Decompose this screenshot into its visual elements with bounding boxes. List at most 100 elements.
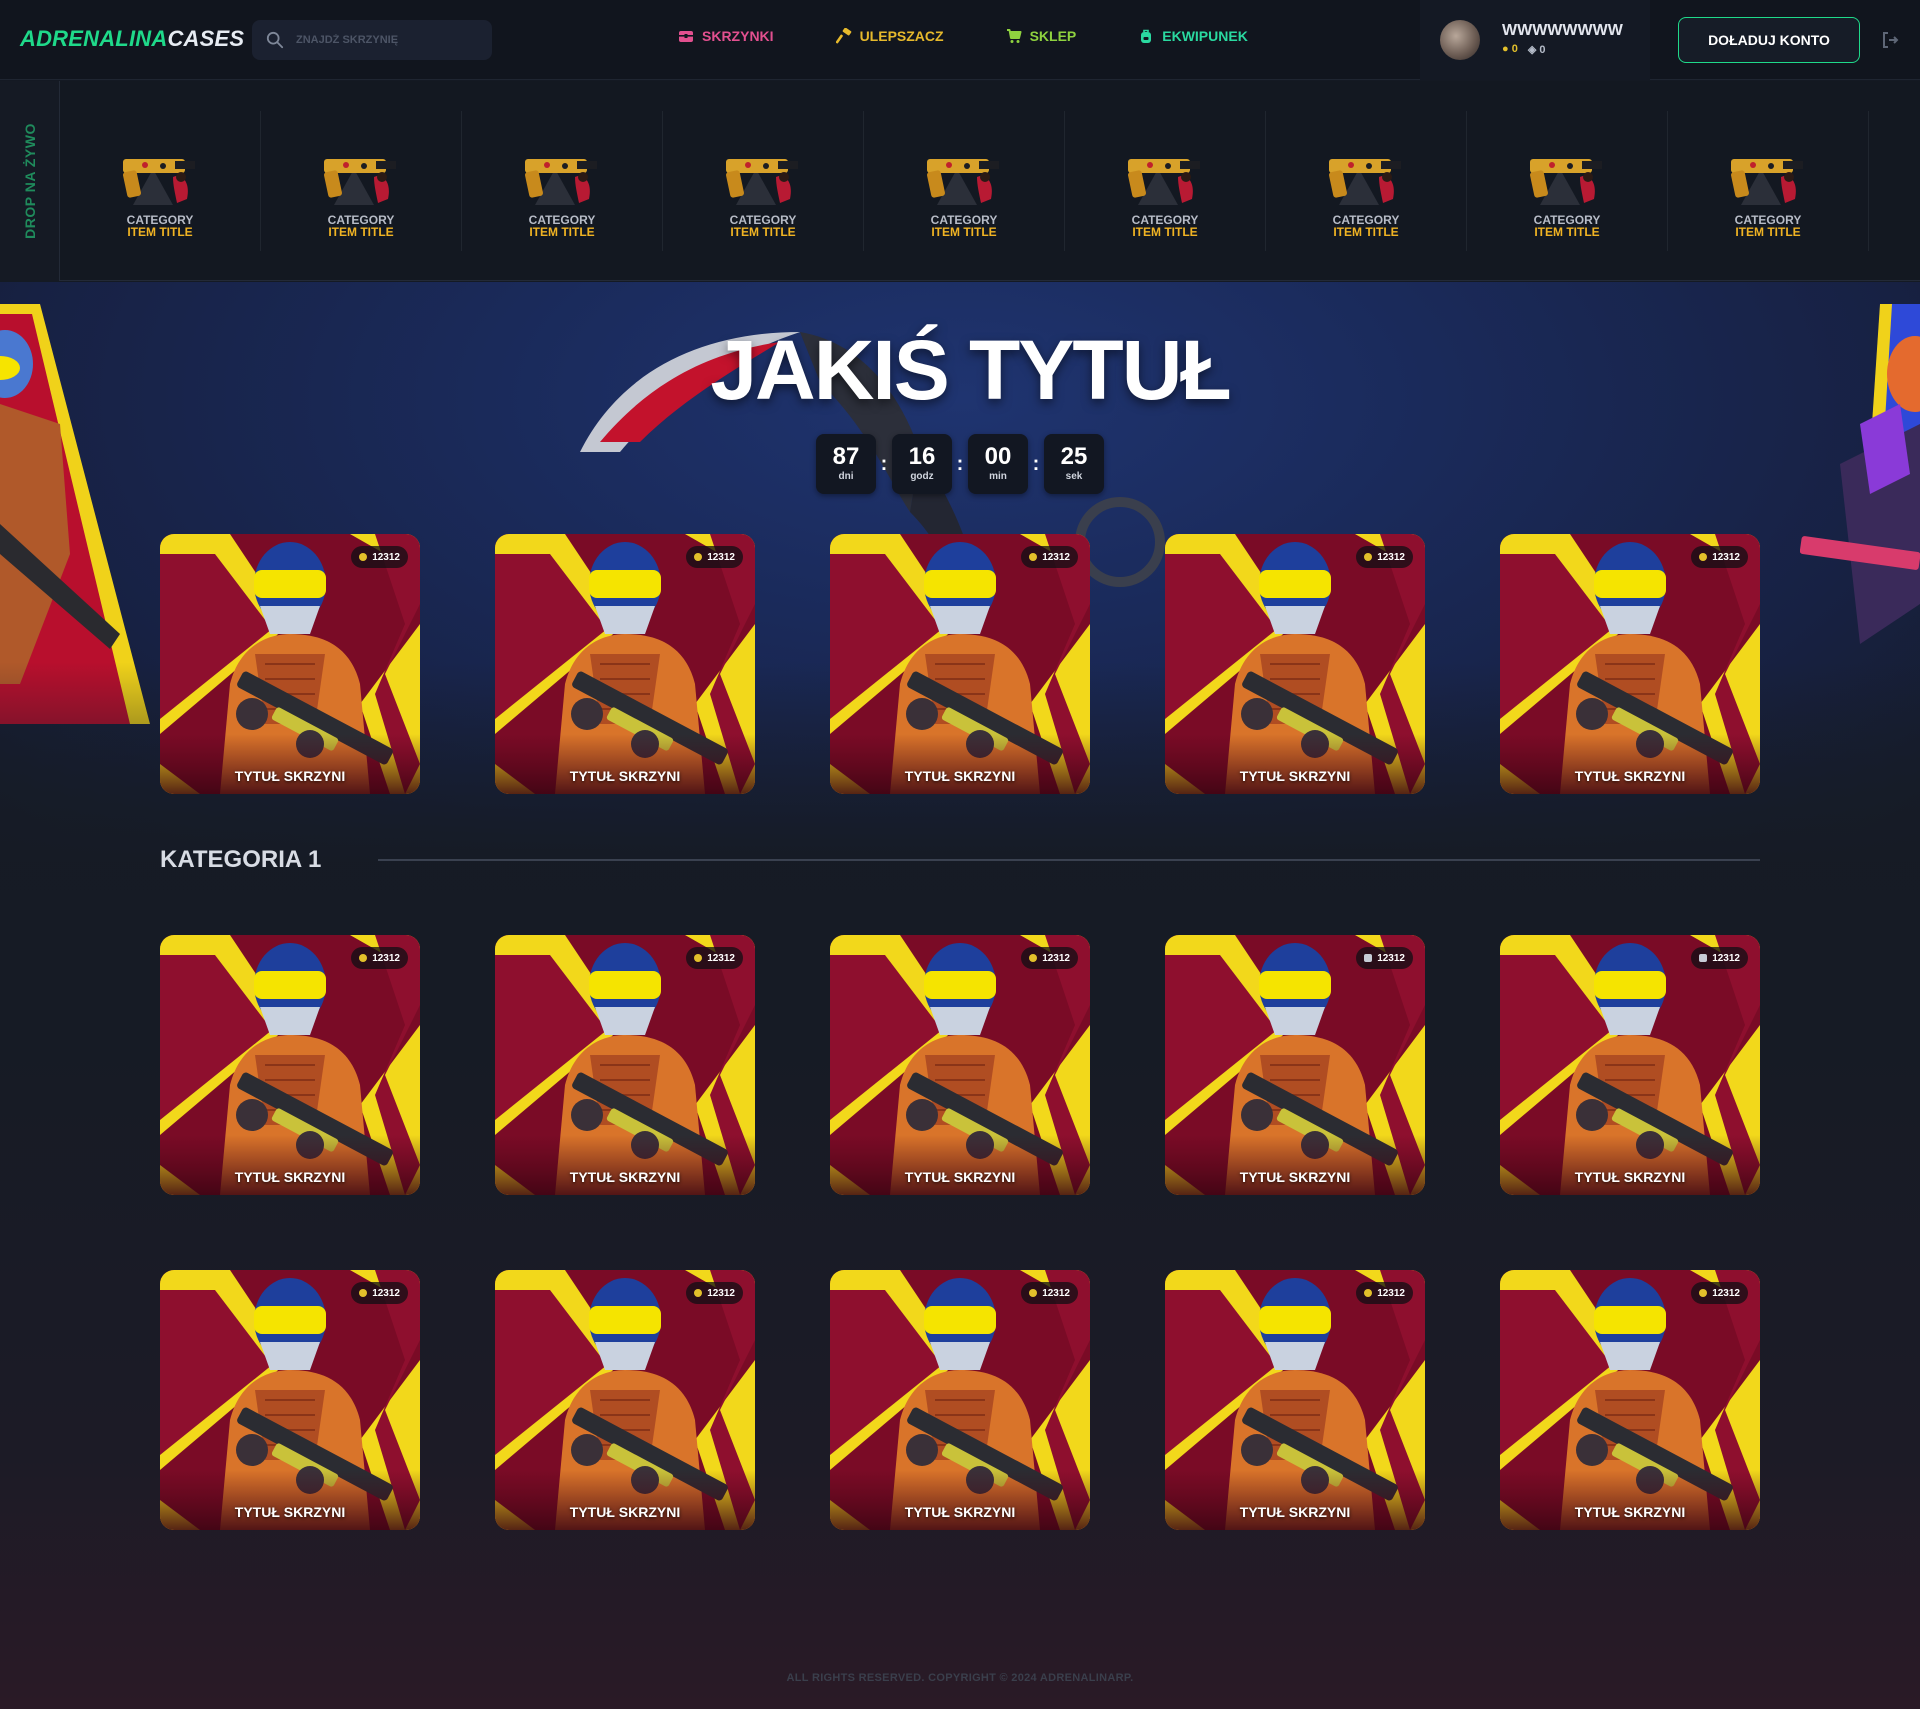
case-card[interactable]: 12312 TYTUŁ SKRZYNI (160, 534, 420, 794)
category-title: KATEGORIA 1 (160, 846, 322, 873)
timer-value: 87 (832, 443, 860, 470)
case-image (160, 1270, 420, 1530)
chest-icon (679, 31, 693, 42)
coin-icon (694, 553, 703, 561)
case-card[interactable]: 12312 TYTUŁ SKRZYNI (830, 1270, 1090, 1530)
logo-part1: ADRENALINA (20, 26, 168, 51)
case-price-badge: 12312 (351, 947, 408, 969)
live-drop-item[interactable]: CATEGORY ITEM TITLE (261, 111, 462, 251)
live-drop-item[interactable]: CATEGORY ITEM TITLE (462, 111, 663, 251)
drop-item-title: ITEM TITLE (1132, 225, 1198, 239)
case-price: 12312 (1712, 952, 1740, 964)
avatar[interactable] (1440, 20, 1480, 60)
live-drop-item[interactable]: CATEGORY ITEM TITLE (1266, 111, 1467, 251)
drop-item-title: ITEM TITLE (1735, 225, 1801, 239)
case-price-badge: 12312 (1691, 1282, 1748, 1304)
case-price: 12312 (1377, 1287, 1405, 1299)
skin-image-icon (1329, 159, 1401, 205)
nav-item-ulepszacz[interactable]: ULEPSZACZ (835, 28, 944, 44)
coin-icon (694, 1289, 703, 1297)
balances: ● 0 ◈ 0 (1502, 43, 1545, 56)
coin-icon (359, 553, 368, 561)
case-card[interactable]: 12312 TYTUŁ SKRZYNI (1500, 1270, 1760, 1530)
case-image (495, 935, 755, 1195)
live-drop-item[interactable]: CATEGORY ITEM TITLE (60, 111, 261, 251)
case-card[interactable]: 12312 TYTUŁ SKRZYNI (495, 534, 755, 794)
case-card[interactable]: 12312 TYTUŁ SKRZYNI (495, 1270, 755, 1530)
search-input[interactable] (296, 34, 476, 46)
case-price-badge: 12312 (1021, 546, 1078, 568)
nav-item-skrzynki[interactable]: SKRZYNKI (678, 28, 774, 44)
featured-cases-row: 12312 TYTUŁ SKRZYNI 12312 TYTUŁ SKRZYNI 12… (160, 534, 1760, 794)
case-price: 12312 (1712, 551, 1740, 563)
case-image (1500, 1270, 1760, 1530)
topup-button[interactable]: DOŁADUJ KONTO (1678, 17, 1860, 63)
case-price-badge: 12312 (1356, 1282, 1413, 1304)
case-card[interactable]: 12312 TYTUŁ SKRZYNI (160, 935, 420, 1195)
live-drop-bar: DROP NA ŻYWO CATEGORY ITEM TITLE CATEGORY… (0, 81, 1920, 281)
coin-icon (1364, 1289, 1373, 1297)
case-title: TYTUŁ SKRZYNI (569, 1504, 681, 1520)
case-card[interactable]: 12312 TYTUŁ SKRZYNI (1500, 534, 1760, 794)
hero-title: JAKIŚ TYTUŁ (710, 323, 1231, 417)
live-drop-item[interactable]: CATEGORY ITEM TITLE (1065, 111, 1266, 251)
drop-item-title: ITEM TITLE (1333, 225, 1399, 239)
case-card[interactable]: 12312 TYTUŁ SKRZYNI (1500, 935, 1760, 1195)
case-image (1500, 935, 1760, 1195)
timer-value: 00 (984, 443, 1012, 470)
case-title: TYTUŁ SKRZYNI (234, 1504, 346, 1520)
case-title: TYTUŁ SKRZYNI (1239, 1169, 1351, 1185)
nav-label: SKRZYNKI (702, 28, 774, 44)
category-divider (378, 859, 1760, 861)
case-price-badge: 12312 (1021, 1282, 1078, 1304)
case-card[interactable]: 12312 TYTUŁ SKRZYNI (830, 534, 1090, 794)
case-card[interactable]: 12312 TYTUŁ SKRZYNI (160, 1270, 420, 1530)
case-title: TYTUŁ SKRZYNI (1574, 768, 1686, 784)
live-drop-item[interactable]: CATEGORY ITEM TITLE (1467, 111, 1668, 251)
case-price: 12312 (1042, 1287, 1070, 1299)
coin-value: 0 (1511, 43, 1518, 55)
drop-item-title: ITEM TITLE (529, 225, 595, 239)
nav-item-sklep[interactable]: SKLEP (1006, 28, 1077, 44)
nav-item-ekwipunek[interactable]: EKWIPUNEK (1138, 28, 1248, 44)
backpack-icon (1141, 29, 1152, 43)
case-card[interactable]: 12312 TYTUŁ SKRZYNI (830, 935, 1090, 1195)
case-image (495, 1270, 755, 1530)
live-drop-item[interactable]: CATEGORY ITEM TITLE (663, 111, 864, 251)
case-title: TYTUŁ SKRZYNI (1239, 768, 1351, 784)
case-price-badge: 12312 (351, 1282, 408, 1304)
case-price-badge: 12312 (1356, 546, 1413, 568)
case-price-badge: 12312 (1356, 947, 1413, 969)
skin-image-icon (726, 159, 798, 205)
countdown-timer: 87 dni : 16 godz : 00 min : 25 sek (816, 434, 1104, 494)
live-drop-item[interactable]: CATEGORY ITEM TITLE (864, 111, 1065, 251)
nav-label: SKLEP (1029, 28, 1077, 44)
timer-unit: sek (1065, 471, 1083, 482)
site-logo[interactable]: ADRENALINACASES (20, 26, 244, 52)
case-card[interactable]: 12312 TYTUŁ SKRZYNI (1165, 935, 1425, 1195)
case-title: TYTUŁ SKRZYNI (904, 1169, 1016, 1185)
timer-unit: min (989, 471, 1007, 482)
case-price: 12312 (1377, 551, 1405, 563)
coin-balance: ● 0 (1502, 43, 1518, 55)
timer-unit: dni (838, 471, 854, 482)
live-drop-label: DROP NA ŻYWO (0, 81, 60, 281)
case-card[interactable]: 12312 TYTUŁ SKRZYNI (1165, 534, 1425, 794)
nav-label: ULEPSZACZ (859, 28, 944, 44)
case-image (1500, 534, 1760, 794)
drop-item-title: ITEM TITLE (730, 225, 796, 239)
gem-balance: ◈ 0 (1527, 44, 1546, 56)
search-box[interactable] (252, 20, 492, 60)
gem-icon (1364, 954, 1373, 962)
case-title: TYTUŁ SKRZYNI (234, 1169, 346, 1185)
live-drop-item[interactable]: CATEGORY ITEM TITLE (1668, 111, 1869, 251)
logout-icon[interactable] (1880, 30, 1900, 50)
case-title: TYTUŁ SKRZYNI (1574, 1504, 1686, 1520)
coin-icon (1699, 1289, 1708, 1297)
case-card[interactable]: 12312 TYTUŁ SKRZYNI (495, 935, 755, 1195)
case-card[interactable]: 12312 TYTUŁ SKRZYNI (1165, 1270, 1425, 1530)
timer-separator: : (880, 452, 888, 475)
case-price: 12312 (1042, 551, 1070, 563)
skin-image-icon (1731, 159, 1803, 205)
coin-icon (1699, 553, 1708, 561)
